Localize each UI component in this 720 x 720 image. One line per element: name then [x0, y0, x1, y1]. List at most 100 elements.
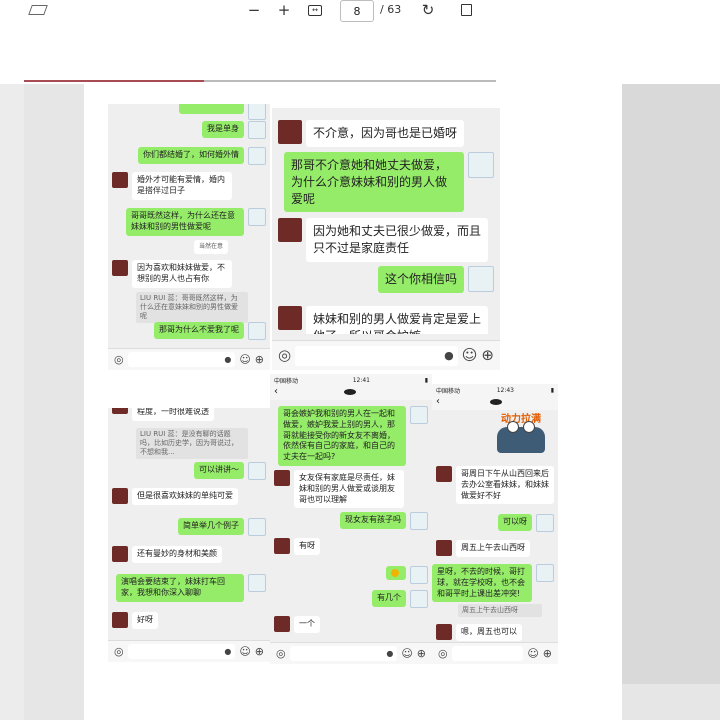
message-bubble: 我是单身 — [202, 121, 244, 138]
chat-input[interactable]: ● — [295, 345, 458, 366]
message-bubble: 简单举几个例子 — [178, 518, 244, 535]
message-bubble: 还有曼妙的身材和美颜 — [132, 546, 222, 563]
plus-icon[interactable]: ⊕ — [481, 348, 494, 363]
avatar — [278, 218, 302, 242]
chat-message: 这个你相信吗 — [354, 266, 494, 293]
page-view-button[interactable] — [458, 0, 474, 20]
chat-message: 妹妹和别的男人做爱肯定是爱上他了，所以哥会妒嫉 — [278, 306, 488, 334]
chat-message: 一个 — [274, 616, 334, 633]
avatar — [248, 574, 266, 592]
chat-message: 星呀，不去的时候，哥打球，就在学校呀，也不会和哥平时上课出差冲突! — [432, 564, 554, 603]
message-bubble: 演唱会要结束了，妹妹打车回家，我想和你深入聊聊 — [116, 574, 244, 602]
chat-message: 我是单身 — [146, 121, 266, 139]
zoom-in-button[interactable]: + — [276, 0, 292, 20]
car-sticker-icon — [497, 421, 545, 453]
avatar — [248, 147, 266, 165]
chat-screenshot-d: 中国移动 12:41 ▮ ‹ 哥会嫉妒我和别的男人在一起和做爱，嫉妒我爱上别的男… — [270, 374, 432, 664]
message-bubble: 现女友有孩子吗 — [340, 512, 406, 529]
left-margin — [0, 84, 24, 720]
chat-message: 因为喜欢和妹妹做爱，不想别的男人也占有你 — [112, 260, 232, 288]
sidebar-toggle-icon[interactable] — [28, 0, 48, 20]
mic-icon[interactable]: ● — [386, 649, 393, 658]
back-icon[interactable]: ‹ — [274, 386, 278, 397]
avatar — [248, 518, 266, 536]
chat-input[interactable]: ● — [127, 644, 236, 659]
voice-icon[interactable]: ◎ — [438, 648, 448, 659]
message-bubble: 哥周日下午从山西回来后去办公室看妹妹，和妹妹做爱好不好 — [456, 466, 554, 505]
quoted-message: 周五上午去山西呀 — [458, 604, 542, 618]
emoji-icon[interactable]: ☺ — [462, 348, 478, 363]
avatar — [436, 540, 452, 556]
message-bubble: 但是很喜欢妹妹的单纯可爱 — [132, 488, 238, 505]
chat-screenshot-a: 我是单身 你们都结婚了，如何婚外情 婚外才可能有爱情，婚内是搭伴过日子 哥哥既然… — [108, 104, 270, 370]
message-bubble: 因为她和丈夫已很少做爱，而且只不过是家庭责任 — [306, 218, 488, 262]
contact-avatar-icon[interactable] — [344, 389, 356, 395]
chat-input-bar: ◎ ● ☺ ⊕ — [272, 340, 500, 370]
page-number-input[interactable]: 8 — [340, 0, 374, 22]
message-bubble: 哥哥既然这样，为什么还在意妹妹和别的男性做爱呢 — [126, 208, 244, 236]
mic-icon[interactable]: ● — [444, 350, 454, 361]
chat-message: 那哥为什么不爱我了呢 — [136, 322, 266, 340]
chat-message: 好呀 — [112, 612, 212, 629]
smile-emoji-icon — [391, 569, 399, 577]
chat-input[interactable] — [451, 646, 524, 661]
battery-icon: ▮ — [550, 386, 554, 394]
chat-header: ‹ — [270, 386, 432, 400]
chat-input[interactable]: ● — [127, 352, 236, 367]
voice-icon[interactable]: ◎ — [114, 646, 124, 657]
mic-icon[interactable]: ● — [224, 355, 231, 364]
message-bubble: 有几个 — [372, 590, 406, 607]
quoted-message: LIU RUI 蕊：是没有聊的话题吗，比如历史学，因为哥说过，不想和我... — [136, 428, 248, 460]
avatar — [248, 462, 266, 480]
plus-icon[interactable]: ⊕ — [255, 646, 264, 657]
message-bubble: 女友保有家庭是尽责任，妹妹和别的男人做爱或谈朋友哥也可以理解 — [294, 470, 404, 509]
contact-avatar-icon[interactable] — [490, 399, 502, 405]
emoji-bubble — [386, 566, 406, 580]
message-bubble: 不介意，因为哥也是已婚呀 — [306, 120, 465, 147]
avatar — [112, 260, 128, 276]
emoji-icon[interactable]: ☺ — [401, 648, 412, 659]
emoji-icon[interactable]: ☺ — [239, 354, 250, 365]
fit-page-button[interactable]: ↔ — [306, 0, 324, 20]
chat-input[interactable]: ● — [289, 646, 398, 661]
avatar — [410, 406, 428, 424]
plus-icon[interactable]: ⊕ — [417, 648, 426, 659]
sticker-caption: 动力拉满 — [501, 414, 541, 425]
avatar — [274, 470, 290, 486]
chat-message: 周五上午去山西呀 — [436, 540, 536, 557]
mic-icon[interactable]: ● — [224, 647, 231, 656]
message-bubble: 妹妹和别的男人做爱肯定是爱上他了，所以哥会妒嫉 — [306, 306, 488, 334]
rotate-button[interactable]: ↻ — [420, 0, 436, 20]
pdf-toolbar: − + ↔ 8 / 63 ↻ — [0, 0, 720, 23]
message-bubble: 你们都结婚了，如何婚外情 — [138, 147, 244, 164]
plus-icon[interactable]: ⊕ — [543, 648, 552, 659]
chat-message: 可以讲讲～ — [166, 462, 266, 480]
chat-message: 哥周日下午从山西回来后去办公室看妹妹，和妹妹做爱好不好 — [436, 466, 554, 505]
avatar — [278, 120, 302, 144]
emoji-icon[interactable]: ☺ — [527, 648, 538, 659]
avatar — [536, 564, 554, 582]
document-page: 我是单身 你们都结婚了，如何婚外情 婚外才可能有爱情，婚内是搭伴过日子 哥哥既然… — [84, 84, 622, 720]
avatar — [536, 514, 554, 532]
chat-message: 哥哥既然这样，为什么还在意妹妹和别的男性做爱呢 — [126, 208, 266, 236]
chat-message: 可以呀 — [484, 514, 554, 532]
voice-icon[interactable]: ◎ — [276, 648, 286, 659]
chat-message: 有几个 — [368, 590, 428, 608]
status-bar: 中国移动 12:43 ▮ — [432, 384, 558, 396]
back-icon[interactable]: ‹ — [436, 396, 440, 407]
avatar — [112, 488, 128, 504]
sticker: 动力拉满 — [488, 410, 554, 458]
voice-icon[interactable]: ◎ — [114, 354, 124, 365]
carrier-label: 中国移动 — [274, 377, 299, 385]
emoji-icon[interactable]: ☺ — [239, 646, 250, 657]
message-bubble: 可以呀 — [498, 514, 532, 531]
chat-message: 现女友有孩子吗 — [328, 512, 428, 530]
message-bubble: 那哥不介意她和她丈夫做爱，为什么介意妹妹和别的男人做爱呢 — [284, 152, 464, 213]
chat-message: 但是很喜欢妹妹的单纯可爱 — [112, 488, 252, 505]
chat-input-bar: ◎ ● ☺ ⊕ — [108, 640, 270, 662]
avatar — [112, 172, 128, 188]
message-bubble: 哥会嫉妒我和别的男人在一起和做爱，嫉妒我爱上别的男人，那哥就能接受你的新女友不离… — [278, 406, 406, 466]
zoom-out-button[interactable]: − — [246, 0, 262, 20]
plus-icon[interactable]: ⊕ — [255, 354, 264, 365]
voice-icon[interactable]: ◎ — [278, 348, 291, 363]
